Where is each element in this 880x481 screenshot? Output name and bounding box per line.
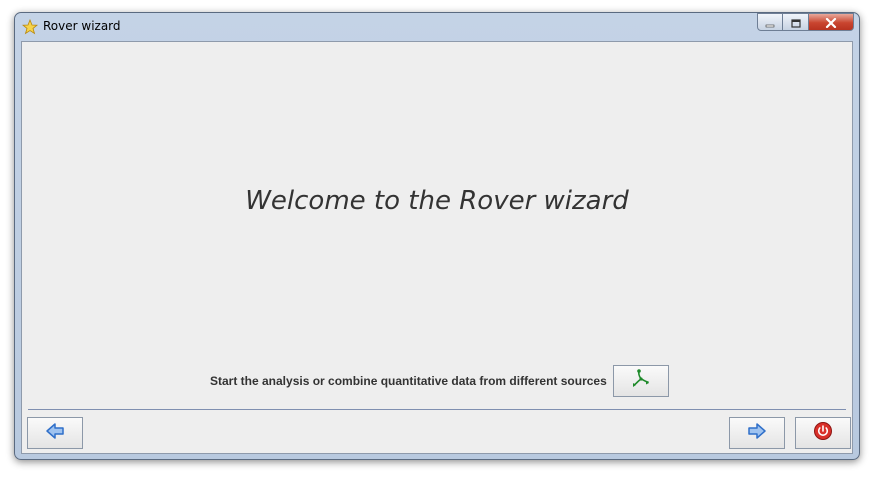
start-analysis-label: Start the analysis or combine quantitati… <box>210 374 607 388</box>
star-icon <box>21 18 39 35</box>
back-button[interactable] <box>27 417 83 449</box>
maximize-button[interactable] <box>783 13 809 31</box>
maximize-icon <box>790 13 801 32</box>
power-icon <box>813 421 833 445</box>
start-analysis-button[interactable] <box>613 365 669 397</box>
footer-separator <box>28 409 846 410</box>
pathway-analysis-icon <box>630 368 652 394</box>
title-bar[interactable]: Rover wizard <box>15 13 859 41</box>
next-button[interactable] <box>729 417 785 449</box>
arrow-left-icon <box>45 422 65 444</box>
minimize-button[interactable] <box>757 13 783 31</box>
wizard-content: Welcome to the Rover wizard Start the an… <box>21 41 853 454</box>
arrow-right-icon <box>747 422 767 444</box>
minimize-icon <box>765 13 775 32</box>
window-controls <box>757 13 854 31</box>
window-title: Rover wizard <box>43 19 121 33</box>
wizard-window: Rover wizard Welcome to the Rover wizard… <box>14 12 860 460</box>
welcome-heading: Welcome to the Rover wizard <box>245 186 629 216</box>
close-button[interactable] <box>809 13 854 31</box>
close-icon <box>825 13 837 32</box>
exit-button[interactable] <box>795 417 851 449</box>
